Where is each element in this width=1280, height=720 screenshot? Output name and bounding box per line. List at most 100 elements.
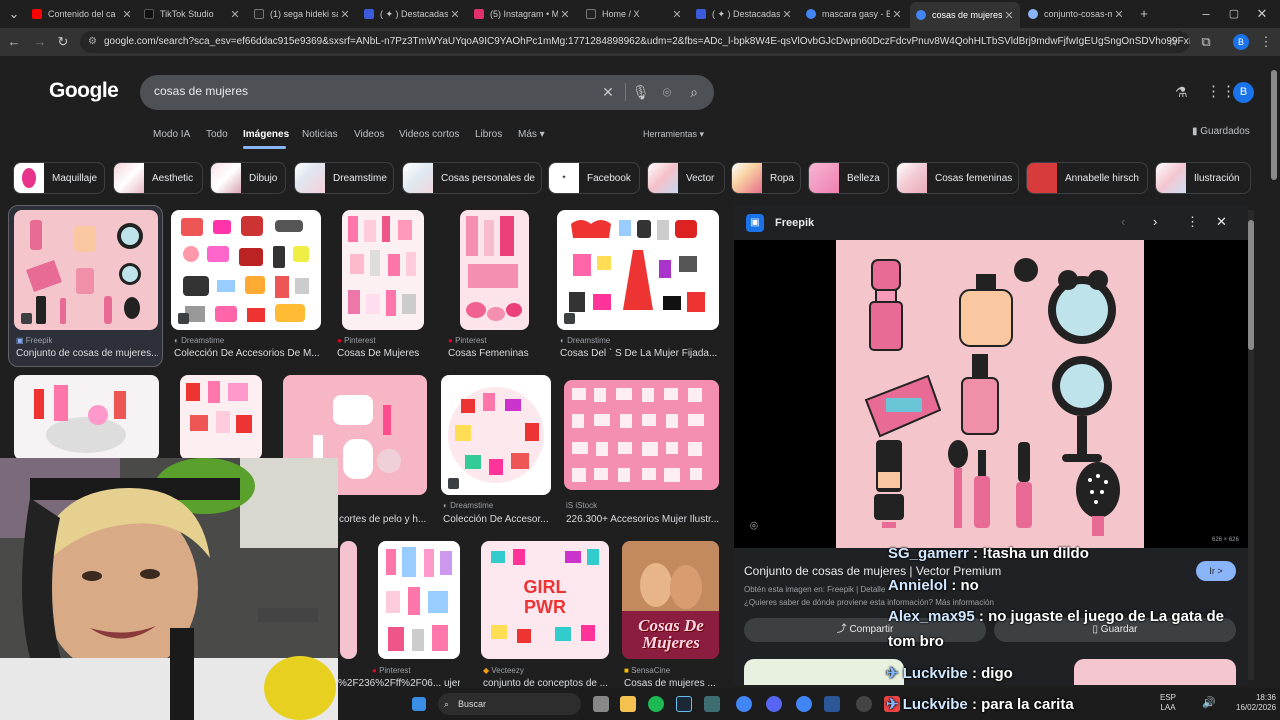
obs-icon[interactable]: [856, 696, 872, 712]
windows-start-icon[interactable]: [412, 697, 426, 711]
address-bar[interactable]: ⚙ google.com/search?sca_esv=ef66ddac915e…: [80, 31, 1190, 53]
panel-scrollbar[interactable]: [1248, 210, 1254, 680]
close-tab-icon[interactable]: ✕: [120, 8, 134, 21]
taskbar-search[interactable]: ⌕ Buscar: [438, 693, 581, 715]
close-tab-icon[interactable]: ✕: [1002, 9, 1016, 22]
search-icon[interactable]: ⌕: [686, 84, 702, 100]
result-title[interactable]: Colección De Accesorios De M...: [174, 348, 320, 359]
forward-icon[interactable]: →: [32, 34, 48, 50]
visit-button[interactable]: Ir >: [1196, 561, 1236, 581]
menu-dots-icon[interactable]: ⋮: [1258, 34, 1274, 50]
next-image-icon[interactable]: ›: [1153, 214, 1157, 229]
close-tab-icon[interactable]: ✕: [448, 8, 462, 21]
close-tab-icon[interactable]: ✕: [1112, 8, 1126, 21]
tab-imagenes[interactable]: Imágenes: [243, 129, 289, 140]
profile-avatar[interactable]: B: [1233, 34, 1249, 50]
browser-tab[interactable]: ( ✦ ) Destacadas ✕: [358, 4, 466, 24]
chip-dibujo[interactable]: Dibujo: [210, 162, 286, 194]
maximize-icon[interactable]: ▢: [1226, 6, 1242, 22]
browser-tab[interactable]: Home / X ✕: [580, 4, 688, 24]
chip-dreamstime[interactable]: Dreamstime: [294, 162, 394, 194]
chip-facebook[interactable]: ✦ Facebook: [548, 162, 640, 194]
chrome-icon[interactable]: [736, 696, 752, 712]
browser-tab[interactable]: TikTok Studio ✕: [138, 4, 246, 24]
reload-icon[interactable]: ↻: [55, 34, 71, 50]
result-title[interactable]: Cosas Femeninas: [448, 348, 548, 359]
file-explorer-icon[interactable]: [620, 696, 636, 712]
result-image[interactable]: [14, 210, 158, 330]
tab-noticias[interactable]: Noticias: [302, 129, 338, 140]
result-title[interactable]: Conjunto de cosas de mujeres...: [16, 348, 158, 359]
previous-image-icon[interactable]: ‹: [1121, 214, 1125, 229]
result-image[interactable]: [340, 541, 357, 659]
result-image[interactable]: [441, 375, 551, 495]
browser-tab[interactable]: mascara gasy - Bu ✕: [800, 4, 908, 24]
tools-button[interactable]: Herramientas ▾: [643, 129, 704, 140]
close-window-icon[interactable]: ✕: [1254, 6, 1270, 22]
lens-camera-icon[interactable]: ⌾: [659, 84, 675, 100]
preview-image[interactable]: [836, 240, 1144, 548]
more-options-icon[interactable]: ⋮: [1186, 214, 1199, 230]
minimize-icon[interactable]: –: [1198, 6, 1214, 22]
chip-belleza[interactable]: Belleza: [808, 162, 889, 194]
apps-grid-icon[interactable]: ⋮⋮: [1206, 82, 1236, 100]
discord-icon[interactable]: [766, 696, 782, 712]
chip-maquillaje[interactable]: Maquillaje: [13, 162, 105, 194]
tab-modo-ia[interactable]: Modo IA: [153, 129, 190, 140]
panel-image-title[interactable]: Conjunto de cosas de mujeres | Vector Pr…: [744, 564, 1001, 578]
tab-mas[interactable]: Más ▾: [518, 129, 545, 140]
browser-tab[interactable]: (5) Instagram • M ✕: [468, 4, 576, 24]
spotify-icon[interactable]: [648, 696, 664, 712]
browser-tab[interactable]: ( ✦ ) Destacadas ✕: [690, 4, 798, 24]
result-image[interactable]: [557, 210, 719, 330]
labs-flask-icon[interactable]: ⚗: [1175, 84, 1188, 101]
browser-tab[interactable]: (1) sega hideki sa ✕: [248, 4, 356, 24]
close-tab-icon[interactable]: ✕: [780, 8, 794, 21]
close-tab-icon[interactable]: ✕: [670, 8, 684, 21]
chip-annabelle-hirsch[interactable]: Annabelle hirsch: [1026, 162, 1148, 194]
result-image[interactable]: [14, 375, 159, 460]
site-info-icon[interactable]: ⚙: [88, 31, 97, 53]
tab-search-icon[interactable]: ⌄: [6, 6, 22, 22]
clear-search-icon[interactable]: ✕: [600, 84, 616, 100]
browser-tab[interactable]: Contenido del ca ✕: [26, 4, 138, 24]
saved-button[interactable]: ▮ Guardados: [1192, 126, 1250, 137]
chip-ilustracion[interactable]: Ilustración: [1155, 162, 1251, 194]
result-image[interactable]: [460, 210, 529, 330]
steam-icon[interactable]: [676, 696, 692, 712]
app-icon[interactable]: [704, 696, 720, 712]
chrome-icon[interactable]: [796, 696, 812, 712]
result-image[interactable]: [171, 210, 321, 330]
volume-icon[interactable]: 🔊: [1202, 696, 1216, 709]
source-info-text[interactable]: ¿Quieres saber de dónde proviene esta in…: [744, 598, 994, 607]
close-tab-icon[interactable]: ✕: [890, 8, 904, 21]
result-title[interactable]: Colección De Accesor...: [443, 514, 551, 525]
result-title[interactable]: Cosas De Mujeres: [337, 348, 437, 359]
google-account-avatar[interactable]: B: [1233, 82, 1254, 103]
page-scrollbar[interactable]: [1270, 60, 1278, 680]
search-input[interactable]: [154, 84, 574, 98]
google-logo[interactable]: Google: [49, 79, 119, 103]
lens-search-icon[interactable]: ⌾: [750, 518, 758, 534]
close-tab-icon[interactable]: ✕: [228, 8, 242, 21]
chip-cosas-personales[interactable]: Cosas personales de: [402, 162, 542, 194]
result-image[interactable]: [180, 375, 262, 460]
result-title[interactable]: Cosas Del ` S De La Mujer Fijada...: [560, 348, 718, 359]
notepad-icon[interactable]: [824, 696, 840, 712]
language-indicator[interactable]: ESP LAA: [1160, 693, 1176, 713]
chip-aesthetic[interactable]: Aesthetic: [113, 162, 203, 194]
chip-vector[interactable]: Vector: [647, 162, 725, 194]
close-tab-icon[interactable]: ✕: [558, 8, 572, 21]
browser-tab-active[interactable]: cosas de mujeres ✕: [910, 2, 1020, 28]
chip-ropa[interactable]: Ropa: [731, 162, 801, 194]
new-tab-icon[interactable]: +: [1136, 6, 1152, 22]
tab-videos-cortos[interactable]: Videos cortos: [399, 129, 459, 140]
related-image[interactable]: [744, 659, 904, 685]
result-image[interactable]: GIRL PWR: [481, 541, 609, 659]
tab-todo[interactable]: Todo: [206, 129, 228, 140]
result-image[interactable]: [378, 541, 460, 659]
close-tab-icon[interactable]: ✕: [338, 8, 352, 21]
result-image[interactable]: Cosas De Mujeres: [622, 541, 719, 659]
extensions-icon[interactable]: ⧉: [1198, 34, 1214, 50]
clock[interactable]: 18:36 16/02/2026: [1236, 693, 1276, 713]
